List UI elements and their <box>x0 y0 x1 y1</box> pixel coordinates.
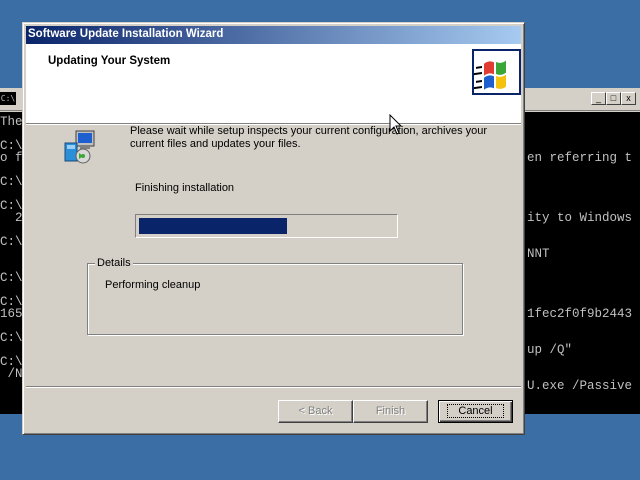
console-line: o f <box>0 151 23 165</box>
console-line: C:\ <box>0 235 23 249</box>
console-line: 165 <box>0 307 23 321</box>
footer-separator-highlight <box>26 387 521 388</box>
install-wizard-dialog: Software Update Installation Wizard Upda… <box>22 22 525 435</box>
setup-computer-icon <box>63 129 99 165</box>
intro-text: Please wait while setup inspects your cu… <box>130 125 488 150</box>
back-button-label: < Back <box>298 405 333 417</box>
console-line: C:\ <box>0 271 23 285</box>
console-line: U.exe /Passive <box>527 379 633 393</box>
maximize-button[interactable]: □ <box>606 92 621 105</box>
console-icon: C:\ <box>0 92 16 105</box>
minimize-button[interactable]: _ <box>591 92 606 105</box>
finish-button-label: Finish <box>375 405 406 417</box>
windows-flag-icon <box>472 49 521 95</box>
details-text: Performing cleanup <box>105 279 201 291</box>
cancel-button-label: Cancel <box>447 404 504 418</box>
console-line: ity to Windows <box>527 211 633 225</box>
dialog-titlebar[interactable]: Software Update Installation Wizard <box>26 26 521 44</box>
console-line: en referring t <box>527 151 633 165</box>
close-button[interactable]: x <box>621 92 636 105</box>
cancel-button[interactable]: Cancel <box>438 400 513 423</box>
console-line: NNT <box>527 247 550 261</box>
progress-bar <box>135 214 398 238</box>
console-line: C:\ <box>0 175 23 189</box>
mouse-cursor-icon <box>389 114 403 135</box>
page-title: Updating Your System <box>48 55 171 67</box>
wizard-header: Updating Your System <box>26 44 521 124</box>
console-line: C:\ <box>0 331 23 345</box>
console-line: 1fec2f0f9b2443 <box>527 307 633 321</box>
progress-fill <box>139 218 287 234</box>
details-group <box>87 263 463 335</box>
back-button[interactable]: < Back <box>278 400 353 423</box>
status-label: Finishing installation <box>135 182 235 194</box>
console-line: up /Q" <box>527 343 573 357</box>
dialog-title: Software Update Installation Wizard <box>28 28 224 40</box>
console-line: /N <box>0 367 23 381</box>
finish-button[interactable]: Finish <box>353 400 428 423</box>
details-label: Details <box>95 257 133 269</box>
console-line: The <box>0 115 23 129</box>
